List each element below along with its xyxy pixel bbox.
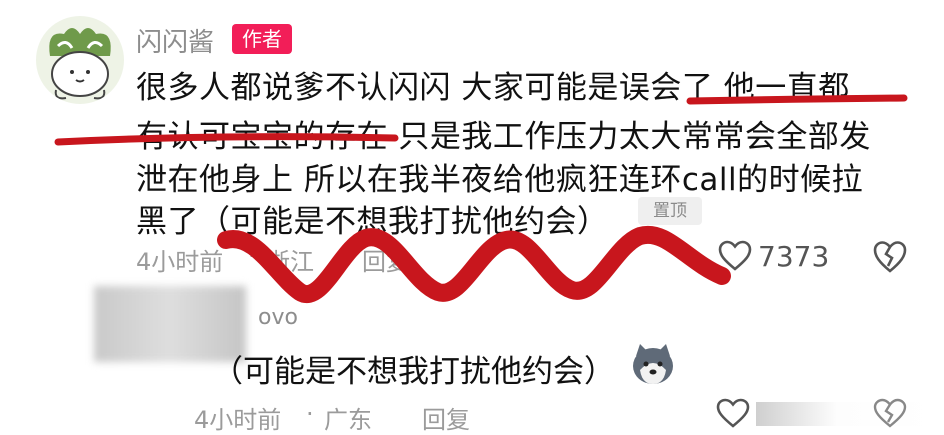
like-count: 7373 — [758, 240, 830, 273]
author-username[interactable]: 闪闪酱 — [136, 22, 214, 59]
reply-username[interactable]: ovo — [258, 305, 298, 330]
reply-location: 广东 — [324, 406, 372, 434]
comment-text-line: 有认可宝宝的存在 只是我工作压力太大常常会全部发 — [136, 119, 871, 155]
reply-button[interactable]: 回复 — [422, 400, 470, 435]
comment-time: 4小时前 — [136, 248, 224, 276]
broken-heart-icon[interactable] — [872, 398, 908, 428]
comment-location: 浙江 — [266, 248, 314, 276]
reply-text: （可能是不想我打扰他约会） — [212, 354, 615, 390]
dog-emoji-icon — [628, 342, 678, 388]
comment-text-line: 泄在他身上 所以在我半夜给他疯狂连环call的时候拉 — [136, 162, 864, 198]
like-count-obscured — [756, 402, 936, 426]
comment-text-line: 很多人都说爹不认闪闪 大家可能是误会了 他一直都 — [136, 70, 850, 106]
meta-separator: · — [306, 400, 314, 428]
reply-time: 4小时前 — [194, 406, 282, 434]
cabbage-avatar-icon — [49, 28, 111, 100]
broken-heart-icon[interactable] — [872, 240, 908, 274]
meta-separator: · — [248, 242, 256, 270]
reply-button[interactable]: 回复 — [362, 242, 410, 277]
heart-outline-icon[interactable] — [716, 398, 750, 428]
author-avatar[interactable] — [36, 16, 124, 104]
author-badge: 作者 — [232, 24, 292, 54]
pinned-badge: 置顶 — [638, 197, 702, 225]
heart-outline-icon[interactable] — [718, 240, 752, 272]
comment-text-line: 黑了（可能是不想我打扰他约会） — [136, 204, 609, 240]
